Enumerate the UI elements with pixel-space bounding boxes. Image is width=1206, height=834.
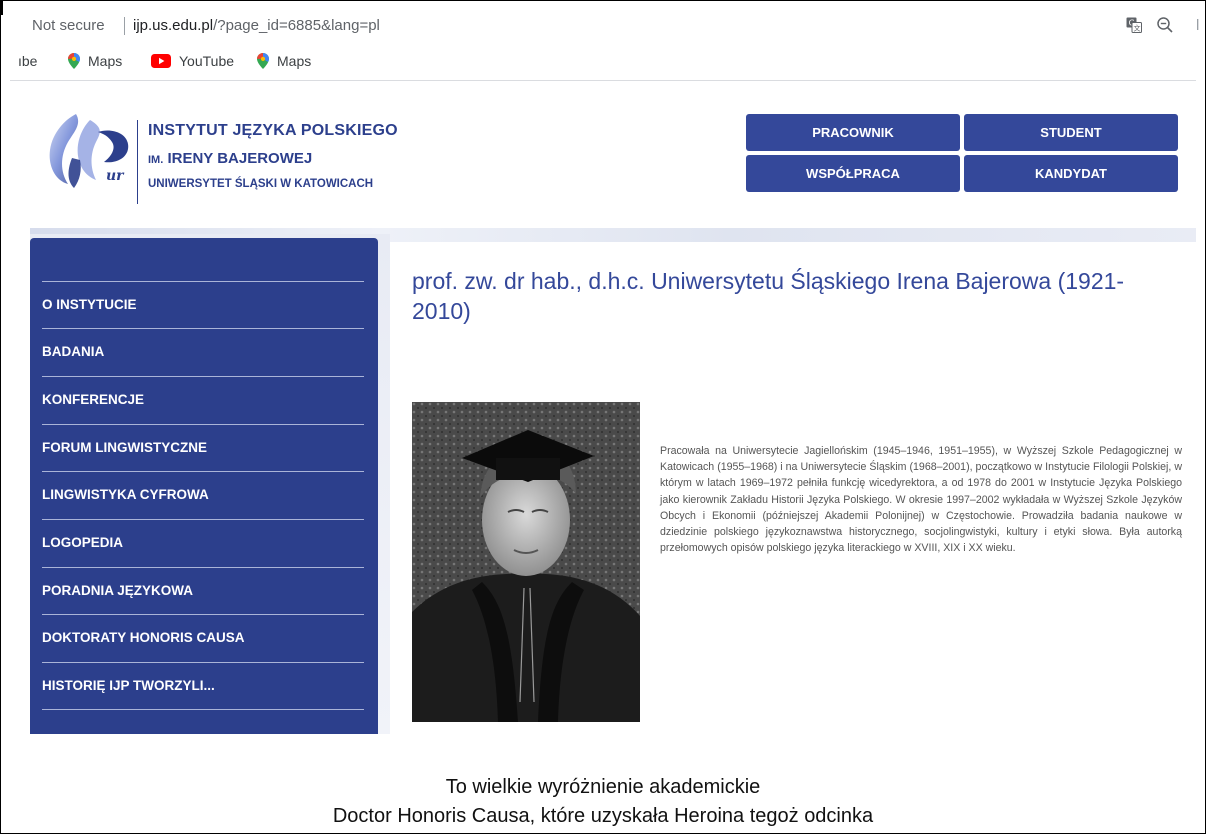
sidebar-item-label: KONFERENCJE: [42, 392, 145, 407]
sidebar-item-konferencje[interactable]: KONFERENCJE: [42, 376, 364, 424]
portrait-photo: [412, 402, 640, 722]
youtube-icon: [151, 54, 171, 68]
maps-pin-icon: [257, 53, 269, 69]
sidebar-item-doktoraty-honoris-causa[interactable]: DOKTORATY HONORIS CAUSA: [42, 614, 364, 662]
svg-text:文: 文: [1134, 24, 1141, 33]
bookmark-item[interactable]: Maps: [257, 53, 311, 69]
sidebar-item-label: FORUM LINGWISTYCZNE: [42, 440, 207, 455]
url-path: /?page_id=6885&lang=pl: [213, 17, 380, 34]
sidebar-item-label: O INSTYTUCIE: [42, 297, 137, 312]
translate-icon[interactable]: G 文: [1126, 17, 1142, 33]
nav-button-pracownik[interactable]: PRACOWNIK: [746, 114, 960, 151]
address-divider: [124, 17, 125, 35]
bookmark-item[interactable]: ıbe: [18, 53, 37, 69]
sidebar-item-label: LINGWISTYKA CYFROWA: [42, 487, 209, 502]
sidebar-divider: [42, 709, 364, 710]
nav-button-student[interactable]: STUDENT: [964, 114, 1178, 151]
nav-button-wspolpraca[interactable]: WSPÓŁPRACA: [746, 155, 960, 192]
nav-button-kandydat[interactable]: KANDYDAT: [964, 155, 1178, 192]
bookmark-label: Maps: [277, 53, 312, 69]
truncated-toolbar-item: l: [1196, 17, 1200, 34]
logo-divider: [137, 120, 138, 204]
caption: To wielkie wyróżnienie akademickie Docto…: [0, 773, 1206, 831]
security-status[interactable]: Not secure: [32, 17, 105, 34]
sidebar-item-badania[interactable]: BADANIA: [42, 328, 364, 376]
sidebar-item-forum-lingwistyczne[interactable]: FORUM LINGWISTYCZNE: [42, 424, 364, 472]
logo-name: IRENY BAJEROWEJ: [167, 150, 313, 167]
sidebar-item-label: PORADNIA JĘZYKOWA: [42, 583, 194, 598]
logo-university: UNIWERSYTET ŚLĄSKI W KATOWICACH: [148, 178, 374, 190]
bookmark-label: ıbe: [18, 53, 38, 69]
url-host: ijp.us.edu.pl: [133, 17, 214, 34]
ijp-logo-icon[interactable]: ur: [46, 110, 134, 190]
sidebar-item-logopedia[interactable]: LOGOPEDIA: [42, 519, 364, 567]
biography-text: Pracowała na Uniwersytecie Jagiellońskim…: [660, 445, 1182, 555]
sidebar-menu: O INSTYTUCIE BADANIA KONFERENCJE FORUM L…: [30, 238, 378, 734]
sidebar-item-label: BADANIA: [42, 344, 105, 359]
sidebar-item-o-instytucie[interactable]: O INSTYTUCIE: [42, 281, 364, 329]
site-header: ur INSTYTUT JĘZYKA POLSKIEGO IM. IRENY B…: [10, 84, 1196, 234]
bookmark-item[interactable]: Maps: [68, 53, 122, 69]
sidebar-item-historie-ijp-tworzyli[interactable]: HISTORIĘ IJP TWORZYLI...: [42, 662, 364, 710]
url-text[interactable]: ijp.us.edu.pl/?page_id=6885&lang=pl: [133, 17, 380, 34]
maps-pin-icon: [68, 53, 80, 69]
sidebar-item-lingwistyka-cyfrowa[interactable]: LINGWISTYKA CYFROWA: [42, 471, 364, 519]
frame-corner-mark: [0, 0, 3, 15]
sidebar-item-label: DOKTORATY HONORIS CAUSA: [42, 630, 245, 645]
page-title: prof. zw. dr hab., d.h.c. Uniwersytetu Ś…: [412, 268, 1125, 324]
svg-text:ur: ur: [106, 168, 125, 184]
bookmark-label: Maps: [88, 53, 123, 69]
address-bar[interactable]: Not secure ijp.us.edu.pl/?page_id=6885&l…: [10, 8, 1200, 40]
sidebar-item-label: HISTORIĘ IJP TWORZYLI...: [42, 678, 215, 693]
logo-title: INSTYTUT JĘZYKA POLSKIEGO: [148, 122, 398, 139]
logo-subtitle: IM. IRENY BAJEROWEJ: [148, 150, 312, 167]
zoom-out-icon[interactable]: [1156, 16, 1174, 34]
sidebar-item-poradnia-jezykowa[interactable]: PORADNIA JĘZYKOWA: [42, 567, 364, 615]
bookmark-label: YouTube: [179, 53, 235, 69]
bookmarks-bar: ıbe Maps YouTube Maps: [10, 44, 1196, 81]
caption-line-2: Doctor Honoris Causa, które uzyskała Her…: [332, 805, 874, 827]
logo-prefix: IM.: [148, 154, 164, 166]
bookmark-item[interactable]: YouTube: [151, 53, 234, 69]
caption-line-1: To wielkie wyróżnienie akademickie: [445, 776, 761, 798]
sidebar-item-label: LOGOPEDIA: [42, 535, 124, 550]
